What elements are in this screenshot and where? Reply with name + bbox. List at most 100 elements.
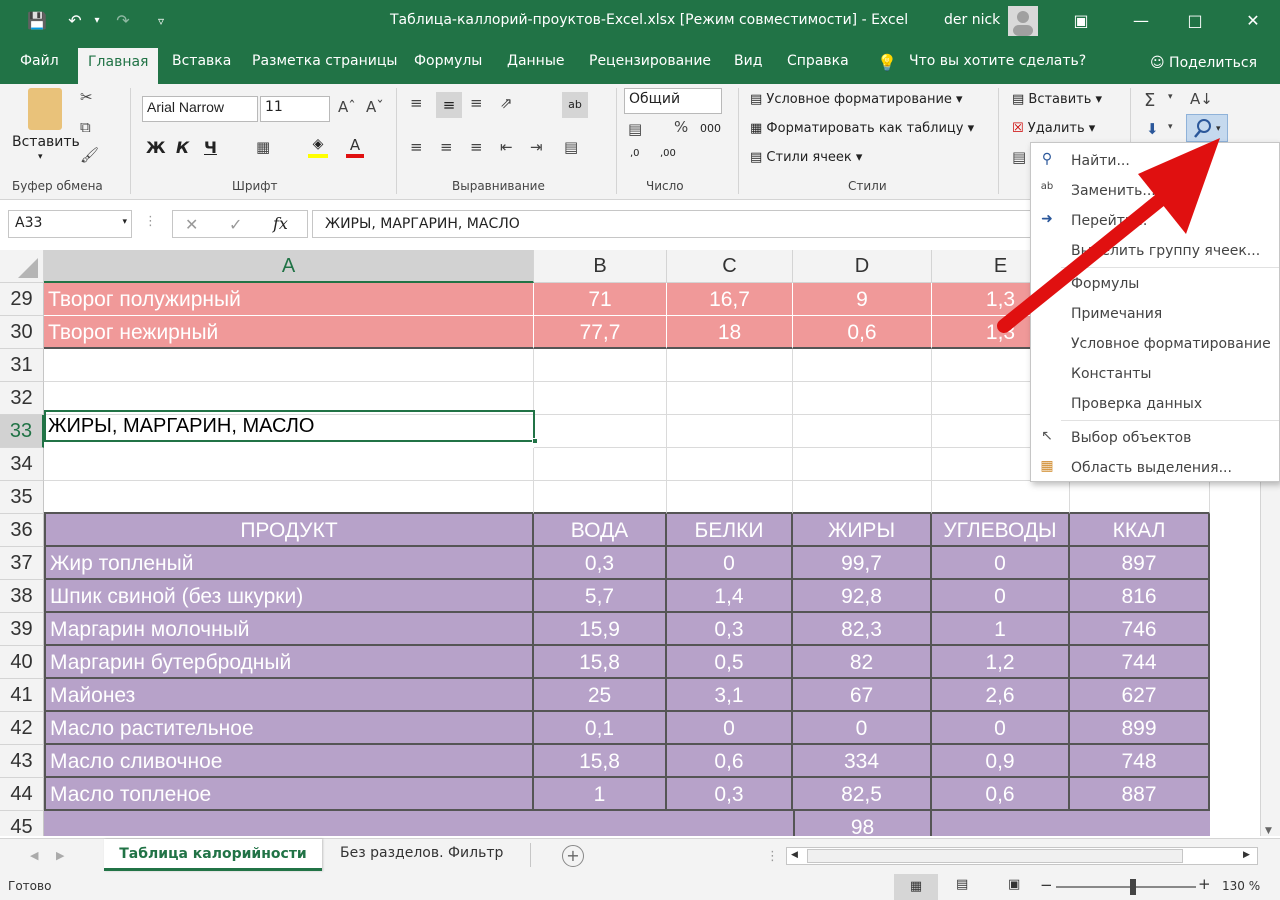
row-header[interactable]: 43 xyxy=(0,745,44,778)
cell[interactable] xyxy=(793,481,932,514)
customize-qat-icon[interactable]: ▿ xyxy=(148,8,174,34)
cell[interactable]: 82 xyxy=(793,646,932,679)
cut-icon[interactable]: ✂ xyxy=(80,88,93,106)
cell[interactable] xyxy=(667,448,793,481)
cell[interactable]: Маргарин бутербродный xyxy=(44,646,534,679)
column-header-c[interactable]: C xyxy=(667,250,793,283)
share-button[interactable]: ☺ Поделиться xyxy=(1150,55,1257,71)
tab-insert[interactable]: Вставка xyxy=(172,53,231,69)
cell[interactable]: 0 xyxy=(793,712,932,745)
cell[interactable]: 0 xyxy=(932,580,1070,613)
cell[interactable] xyxy=(44,811,793,836)
row-header[interactable]: 35 xyxy=(0,481,44,514)
table-header-cell[interactable]: ЖИРЫ xyxy=(793,514,932,547)
table-header-cell[interactable]: УГЛЕВОДЫ xyxy=(932,514,1070,547)
cell[interactable]: 897 xyxy=(1070,547,1210,580)
cell[interactable]: Масло топленое xyxy=(44,778,534,811)
increase-decimal-icon[interactable]: ,0 xyxy=(630,148,640,159)
cell[interactable]: 9 xyxy=(793,283,932,316)
cell[interactable]: 1 xyxy=(932,613,1070,646)
zoom-out-icon[interactable]: − xyxy=(1040,876,1053,894)
prev-sheet-icon[interactable]: ◀ xyxy=(30,849,38,862)
row-header-selected[interactable]: 33 xyxy=(0,415,44,448)
cell[interactable]: 0,1 xyxy=(534,712,667,745)
cell[interactable]: 92,8 xyxy=(793,580,932,613)
cell[interactable]: 746 xyxy=(1070,613,1210,646)
cell[interactable]: 0 xyxy=(932,712,1070,745)
sheet-tab[interactable]: Без разделов. Фильтр xyxy=(340,845,503,861)
paste-button[interactable]: Вставить xyxy=(12,134,80,150)
tab-help[interactable]: Справка xyxy=(787,53,849,69)
row-header[interactable]: 36 xyxy=(0,514,44,547)
copy-icon[interactable]: ⧉ xyxy=(80,118,91,136)
row-header[interactable]: 44 xyxy=(0,778,44,811)
cell[interactable] xyxy=(534,481,667,514)
close-icon[interactable]: ✕ xyxy=(1240,8,1266,34)
number-format-select[interactable]: Общий xyxy=(624,88,722,114)
decrease-indent-icon[interactable]: ⇤ xyxy=(500,138,513,156)
cell[interactable]: 0 xyxy=(667,547,793,580)
cell[interactable]: 16,7 xyxy=(667,283,793,316)
row-header[interactable]: 38 xyxy=(0,580,44,613)
row-header[interactable]: 41 xyxy=(0,679,44,712)
enter-icon[interactable]: ✓ xyxy=(229,215,242,234)
borders-icon[interactable]: ▦ xyxy=(256,138,270,156)
table-header-cell[interactable]: ВОДА xyxy=(534,514,667,547)
cell[interactable] xyxy=(44,349,534,382)
undo-dropdown-icon[interactable]: ▾ xyxy=(84,8,110,34)
cell[interactable] xyxy=(667,349,793,382)
zoom-in-icon[interactable]: + xyxy=(1198,875,1211,893)
cell[interactable]: Масло растительное xyxy=(44,712,534,745)
cell[interactable] xyxy=(1070,481,1210,514)
row-header[interactable]: 29 xyxy=(0,283,44,316)
cell[interactable]: 744 xyxy=(1070,646,1210,679)
align-middle-icon[interactable]: ≡ xyxy=(436,92,462,118)
cell[interactable]: 334 xyxy=(793,745,932,778)
paste-dropdown-icon[interactable]: ▾ xyxy=(38,152,43,162)
column-header-d[interactable]: D xyxy=(793,250,932,283)
scroll-right-icon[interactable]: ▶ xyxy=(1243,850,1250,860)
zoom-level[interactable]: 130 % xyxy=(1222,879,1260,893)
cell[interactable]: 3,1 xyxy=(667,679,793,712)
bold-button[interactable]: Ж xyxy=(146,138,166,157)
cell[interactable] xyxy=(667,481,793,514)
cell[interactable]: 15,8 xyxy=(534,646,667,679)
increase-indent-icon[interactable]: ⇥ xyxy=(530,138,543,156)
cell[interactable]: 0,6 xyxy=(667,745,793,778)
cell[interactable]: Творог полужирный xyxy=(44,283,534,316)
page-break-view-icon[interactable]: ▣ xyxy=(1008,877,1020,892)
table-header-cell[interactable]: ККАЛ xyxy=(1070,514,1210,547)
cell[interactable]: 15,8 xyxy=(534,745,667,778)
tab-review[interactable]: Рецензирование xyxy=(589,53,711,69)
scroll-thumb[interactable] xyxy=(807,849,1183,863)
tab-view[interactable]: Вид xyxy=(734,53,762,69)
maximize-icon[interactable]: □ xyxy=(1182,8,1208,34)
text-orientation-icon[interactable]: ⇗ xyxy=(500,94,513,112)
sheet-tab-active[interactable]: Таблица калорийности xyxy=(104,839,322,871)
column-header-b[interactable]: B xyxy=(534,250,667,283)
cell[interactable]: 887 xyxy=(1070,778,1210,811)
name-box-dropdown-icon[interactable]: ▾ xyxy=(122,217,127,227)
next-sheet-icon[interactable]: ▶ xyxy=(56,849,64,862)
ribbon-display-icon[interactable]: ▣ xyxy=(1068,8,1094,34)
tab-data[interactable]: Данные xyxy=(507,53,565,69)
name-box[interactable]: A33 ▾ xyxy=(8,210,132,238)
cell[interactable]: Шпик свиной (без шкурки) xyxy=(44,580,534,613)
italic-button[interactable]: К xyxy=(176,138,189,157)
percent-icon[interactable]: % xyxy=(674,118,688,136)
cell[interactable]: 2,6 xyxy=(932,679,1070,712)
insert-cells-button[interactable]: ▤ Вставить ▾ xyxy=(1012,92,1102,107)
cell[interactable] xyxy=(534,382,667,415)
cell[interactable]: Жир топленый xyxy=(44,547,534,580)
row-header[interactable]: 39 xyxy=(0,613,44,646)
row-header[interactable]: 30 xyxy=(0,316,44,349)
table-header-cell[interactable]: ПРОДУКТ xyxy=(44,514,534,547)
select-all-corner[interactable] xyxy=(0,250,44,283)
cell[interactable] xyxy=(534,349,667,382)
decrease-decimal-icon[interactable]: ,00 xyxy=(660,148,676,159)
comma-style-icon[interactable]: 000 xyxy=(700,122,721,135)
cell[interactable]: 5,7 xyxy=(534,580,667,613)
cell[interactable]: 15,9 xyxy=(534,613,667,646)
cell[interactable]: 98 xyxy=(793,811,932,836)
cell[interactable]: 899 xyxy=(1070,712,1210,745)
